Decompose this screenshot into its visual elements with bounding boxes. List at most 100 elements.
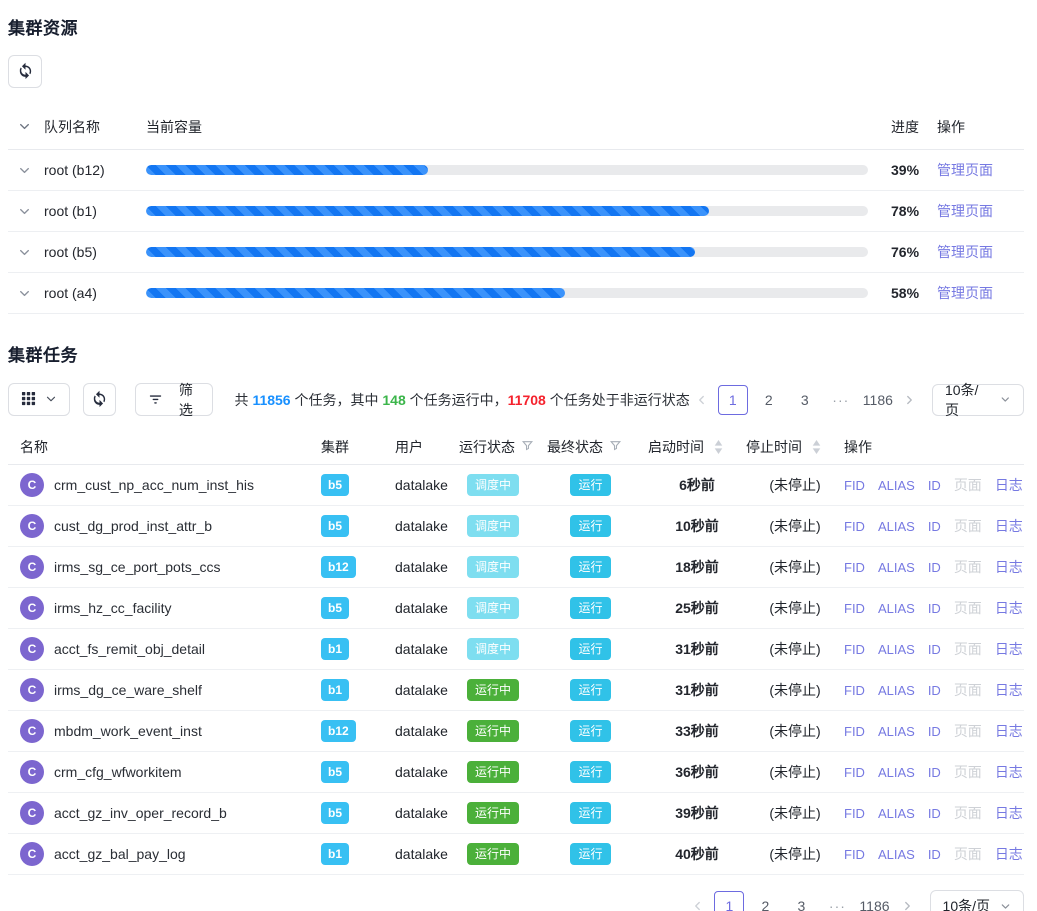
page-number[interactable]: ··· [822, 891, 852, 911]
id-link[interactable]: ID [928, 642, 941, 657]
page-size-select[interactable]: 10条/页 [932, 384, 1024, 416]
fid-link[interactable]: FID [844, 642, 865, 657]
log-link[interactable]: 日志 [995, 639, 1023, 659]
page-number[interactable]: 1186 [862, 385, 894, 415]
final-status-badge: 运行 [570, 638, 610, 660]
queue-table-header: 队列名称 当前容量 进度 操作 [8, 104, 1024, 150]
resources-refresh-button[interactable] [8, 55, 42, 88]
alias-link[interactable]: ALIAS [878, 724, 915, 739]
tasks-refresh-button[interactable] [83, 383, 117, 416]
refresh-icon [17, 62, 34, 82]
id-link[interactable]: ID [928, 765, 941, 780]
alias-link[interactable]: ALIAS [878, 806, 915, 821]
id-link[interactable]: ID [928, 683, 941, 698]
fid-link[interactable]: FID [844, 683, 865, 698]
alias-link[interactable]: ALIAS [878, 765, 915, 780]
alias-link[interactable]: ALIAS [878, 519, 915, 534]
log-link[interactable]: 日志 [995, 803, 1023, 823]
progress-percent: 39% [891, 162, 937, 178]
log-link[interactable]: 日志 [995, 721, 1023, 741]
fid-link[interactable]: FID [844, 806, 865, 821]
alias-link[interactable]: ALIAS [878, 478, 915, 493]
id-link[interactable]: ID [928, 806, 941, 821]
avatar: C [20, 596, 44, 620]
chevron-down-icon [1000, 901, 1011, 911]
prev-page-icon[interactable] [690, 386, 715, 414]
queue-table: 队列名称 当前容量 进度 操作 root (b12) 39% [8, 104, 1024, 314]
alias-link[interactable]: ALIAS [878, 683, 915, 698]
run-status-badge: 运行中 [467, 843, 519, 865]
log-link[interactable]: 日志 [995, 557, 1023, 577]
queue-expand-chevron-icon[interactable] [8, 164, 44, 177]
filter-button[interactable]: 筛选 [135, 383, 212, 416]
alias-link[interactable]: ALIAS [878, 560, 915, 575]
fid-link[interactable]: FID [844, 519, 865, 534]
prev-page-icon[interactable] [685, 892, 711, 911]
page-number[interactable]: 3 [790, 385, 820, 415]
sort-icon[interactable] [714, 440, 723, 454]
run-status-badge: 调度中 [467, 597, 519, 619]
log-link[interactable]: 日志 [995, 844, 1023, 864]
filter-funnel-icon[interactable] [521, 439, 534, 455]
fid-link[interactable]: FID [844, 847, 865, 862]
log-link[interactable]: 日志 [995, 598, 1023, 618]
page-number[interactable]: 2 [754, 385, 784, 415]
final-status-badge: 运行 [570, 597, 610, 619]
page-number[interactable]: 1 [718, 385, 748, 415]
final-status-badge: 运行 [570, 556, 610, 578]
run-status-badge: 运行中 [467, 761, 519, 783]
next-page-icon[interactable] [894, 892, 920, 911]
log-link[interactable]: 日志 [995, 475, 1023, 495]
manage-page-link[interactable]: 管理页面 [937, 244, 993, 260]
stat-segment: 个任务，其中 [291, 392, 383, 408]
id-link[interactable]: ID [928, 560, 941, 575]
page-link: 页面 [954, 475, 982, 495]
view-mode-dropdown-button[interactable] [8, 383, 70, 416]
next-page-icon[interactable] [897, 386, 922, 414]
fid-link[interactable]: FID [844, 724, 865, 739]
log-link[interactable]: 日志 [995, 680, 1023, 700]
start-time: 31秒前 [648, 639, 746, 659]
sort-icon[interactable] [812, 440, 821, 454]
alias-link[interactable]: ALIAS [878, 847, 915, 862]
id-link[interactable]: ID [928, 847, 941, 862]
alias-link[interactable]: ALIAS [878, 601, 915, 616]
page-number[interactable]: 1 [714, 891, 744, 911]
page-size-select[interactable]: 10条/页 [930, 890, 1024, 911]
avatar: C [20, 678, 44, 702]
page-number[interactable]: ··· [826, 385, 856, 415]
log-link[interactable]: 日志 [995, 762, 1023, 782]
fid-link[interactable]: FID [844, 478, 865, 493]
id-link[interactable]: ID [928, 601, 941, 616]
queue-expand-chevron-icon[interactable] [8, 287, 44, 300]
page-number[interactable]: 1186 [858, 891, 890, 911]
page-size-value: 10条/页 [945, 380, 991, 420]
start-time: 31秒前 [648, 680, 746, 700]
id-link[interactable]: ID [928, 519, 941, 534]
progress-fill [146, 165, 428, 175]
log-link[interactable]: 日志 [995, 516, 1023, 536]
progress-percent: 78% [891, 203, 937, 219]
start-time: 33秒前 [648, 721, 746, 741]
manage-page-link[interactable]: 管理页面 [937, 162, 993, 178]
alias-link[interactable]: ALIAS [878, 642, 915, 657]
fid-link[interactable]: FID [844, 560, 865, 575]
collapse-all-chevron-icon[interactable] [8, 120, 44, 133]
filter-funnel-icon[interactable] [609, 439, 622, 455]
column-user: 用户 [395, 437, 459, 457]
id-link[interactable]: ID [928, 724, 941, 739]
manage-page-link[interactable]: 管理页面 [937, 285, 993, 301]
manage-page-link[interactable]: 管理页面 [937, 203, 993, 219]
cluster-badge: b1 [321, 638, 349, 660]
fid-link[interactable]: FID [844, 765, 865, 780]
queue-expand-chevron-icon[interactable] [8, 246, 44, 259]
start-time: 39秒前 [648, 803, 746, 823]
stop-time: (未停止) [746, 516, 844, 536]
page-number[interactable]: 3 [786, 891, 816, 911]
user-name: datalake [395, 641, 459, 657]
page-number[interactable]: 2 [750, 891, 780, 911]
queue-expand-chevron-icon[interactable] [8, 205, 44, 218]
id-link[interactable]: ID [928, 478, 941, 493]
run-status-badge: 调度中 [467, 556, 519, 578]
fid-link[interactable]: FID [844, 601, 865, 616]
